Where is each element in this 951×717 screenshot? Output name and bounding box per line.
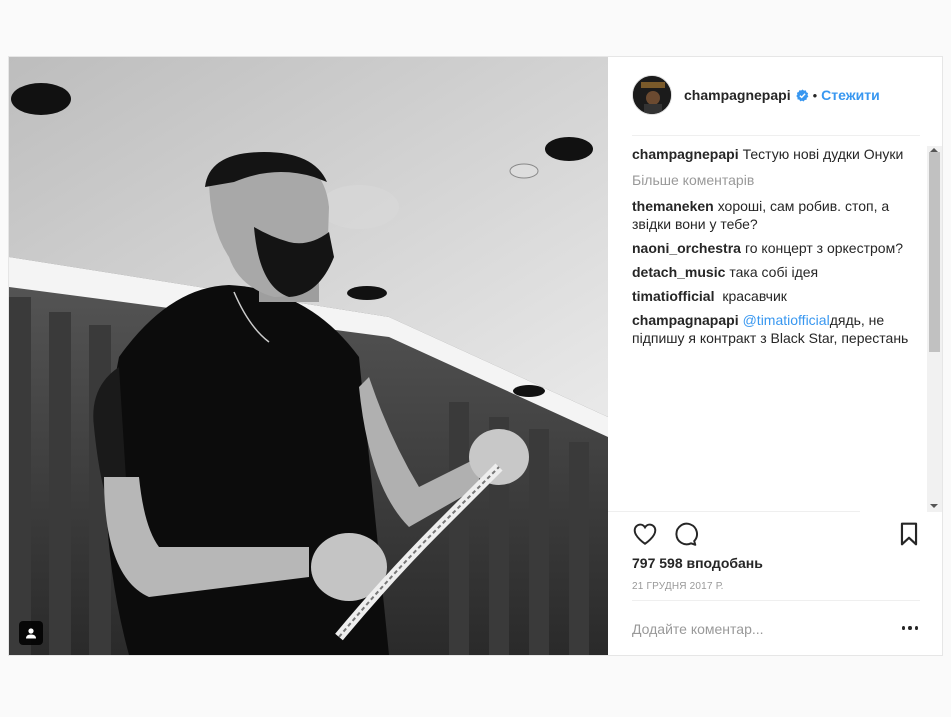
caption: champagnepapi Тестую нові дудки Онуки bbox=[632, 145, 917, 163]
list-item: naoni_orchestra го концерт з оркестром? bbox=[632, 239, 917, 257]
comment-text: красавчик bbox=[718, 288, 787, 304]
user-tag-icon[interactable] bbox=[19, 621, 43, 645]
footer-divider bbox=[632, 600, 920, 601]
scrollbar-thumb[interactable] bbox=[929, 152, 940, 352]
heart-icon[interactable] bbox=[632, 521, 658, 547]
comment-username[interactable]: timatiofficial bbox=[632, 288, 714, 304]
actions-divider bbox=[608, 511, 860, 512]
comment-username[interactable]: naoni_orchestra bbox=[632, 240, 741, 256]
bookmark-icon[interactable] bbox=[896, 521, 922, 547]
verified-badge-icon bbox=[795, 88, 809, 102]
comment-username[interactable]: themaneken bbox=[632, 198, 714, 214]
list-item: timatiofficial красавчик bbox=[632, 287, 917, 305]
post-card: champagnepapi • Стежити champagnepapi Тес… bbox=[8, 56, 943, 656]
post-photo[interactable] bbox=[9, 57, 608, 655]
photo-illustration bbox=[9, 57, 608, 655]
comment-text: така собі ідея bbox=[729, 264, 819, 280]
comment-icon[interactable] bbox=[672, 521, 698, 547]
header-divider bbox=[632, 135, 920, 136]
scroll-down-arrow-icon[interactable] bbox=[930, 504, 938, 508]
header-username[interactable]: champagnepapi bbox=[684, 87, 791, 103]
comment-username[interactable]: detach_music bbox=[632, 264, 725, 280]
comment-username[interactable]: champagnapapi bbox=[632, 312, 739, 328]
action-bar bbox=[632, 519, 920, 551]
likes-count[interactable]: 797 598 вподобань bbox=[632, 555, 763, 571]
comments-scrollbar[interactable] bbox=[927, 146, 942, 512]
avatar[interactable] bbox=[632, 75, 672, 115]
load-more-comments-button[interactable]: Більше коментарів bbox=[632, 171, 917, 189]
add-comment-input[interactable] bbox=[632, 619, 852, 639]
comment-mention[interactable]: @timatiofficial bbox=[743, 312, 830, 328]
list-item: detach_music така собі ідея bbox=[632, 263, 917, 281]
comment-username[interactable]: champagnepapi bbox=[632, 146, 739, 162]
follow-button[interactable]: Стежити bbox=[821, 87, 880, 103]
comment-text: Тестую нові дудки Онуки bbox=[742, 146, 904, 162]
header-separator: • bbox=[812, 87, 818, 103]
more-options-icon[interactable] bbox=[902, 623, 918, 633]
comment-text: го концерт з оркестром? bbox=[744, 240, 903, 256]
post-sidebar: champagnepapi • Стежити champagnepapi Тес… bbox=[608, 57, 942, 655]
comments-list: champagnepapi Тестую нові дудки Онуки Біл… bbox=[632, 145, 917, 511]
post-date[interactable]: 21 ГРУДНЯ 2017 Р. bbox=[632, 581, 724, 592]
list-item: themaneken хороші, сам робив. стоп, а зві… bbox=[632, 197, 917, 233]
list-item: champagnapapi @timatiofficialдядь, не під… bbox=[632, 311, 917, 347]
post-header: champagnepapi • Стежити bbox=[632, 73, 920, 117]
